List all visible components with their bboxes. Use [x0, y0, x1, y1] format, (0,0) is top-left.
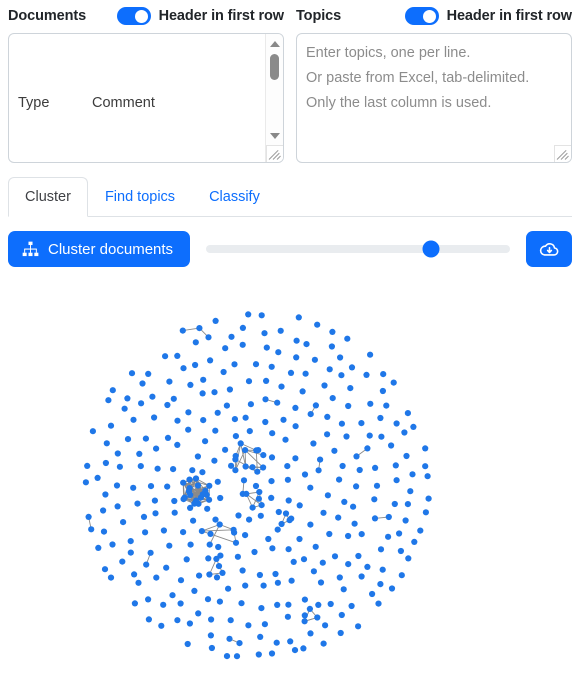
documents-textarea[interactable]: TypeComment GoodRigorous delivery and cu… [8, 33, 284, 163]
download-button[interactable] [526, 231, 572, 267]
slider-thumb[interactable] [422, 240, 440, 258]
tab-find-topics-label: Find topics [104, 189, 176, 205]
topics-textarea[interactable]: Enter topics, one per line. Or paste fro… [296, 33, 572, 163]
tab-find-topics[interactable]: Find topics [88, 177, 192, 217]
document-row-type: Type [18, 95, 50, 111]
documents-scrollbar[interactable] [265, 34, 283, 162]
sitemap-icon [22, 241, 39, 258]
documents-panel: Documents Header in first row Type Commen… [8, 0, 284, 163]
topics-placeholder-text[interactable]: Enter topics, one per line. Or paste fro… [297, 34, 571, 162]
document-row: Type Comment [18, 91, 274, 116]
scroll-up-arrow-icon[interactable] [266, 36, 283, 52]
scroll-down-arrow-icon[interactable] [266, 128, 283, 144]
documents-text[interactable]: TypeComment GoodRigorous delivery and cu… [9, 34, 283, 162]
cloud-download-icon [539, 239, 560, 260]
resize-handle-icon[interactable] [556, 147, 570, 161]
documents-panel-header: Documents Header in first row [8, 0, 284, 30]
cluster-app: Documents Header in first row Type Commen… [0, 0, 580, 680]
cluster-graph[interactable] [0, 296, 580, 680]
topics-panel: Topics Header in first row Enter topics,… [296, 0, 572, 163]
input-panels: Documents Header in first row Type Commen… [0, 0, 580, 163]
slider-track[interactable] [206, 245, 510, 253]
documents-header-toggle-wrap: Header in first row [116, 7, 285, 25]
topics-toggle-label: Header in first row [446, 8, 573, 24]
tab-bar: Cluster Find topics Classify [0, 177, 580, 217]
topics-header-toggle-wrap: Header in first row [404, 7, 573, 25]
topics-header-toggle[interactable] [404, 7, 439, 25]
topics-title: Topics [296, 8, 342, 24]
documents-header-toggle[interactable] [116, 7, 151, 25]
document-row-comment: Comment [92, 95, 155, 111]
documents-title: Documents [8, 8, 87, 24]
cluster-graph-svg[interactable] [0, 296, 580, 680]
topics-panel-header: Topics Header in first row [296, 0, 572, 30]
toggle-knob [134, 9, 148, 23]
cluster-controls: Cluster documents [0, 217, 580, 267]
tab-cluster[interactable]: Cluster [8, 177, 88, 217]
tab-classify-label: Classify [209, 189, 260, 205]
toggle-knob [422, 9, 436, 23]
documents-toggle-label: Header in first row [158, 8, 285, 24]
tab-cluster-label: Cluster [25, 189, 71, 205]
cluster-documents-button-label: Cluster documents [48, 240, 174, 258]
cluster-threshold-slider[interactable] [206, 239, 510, 259]
scrollbar-thumb[interactable] [270, 54, 279, 80]
cluster-documents-button[interactable]: Cluster documents [8, 231, 191, 267]
resize-handle-icon[interactable] [268, 147, 282, 161]
tab-classify[interactable]: Classify [192, 177, 277, 217]
